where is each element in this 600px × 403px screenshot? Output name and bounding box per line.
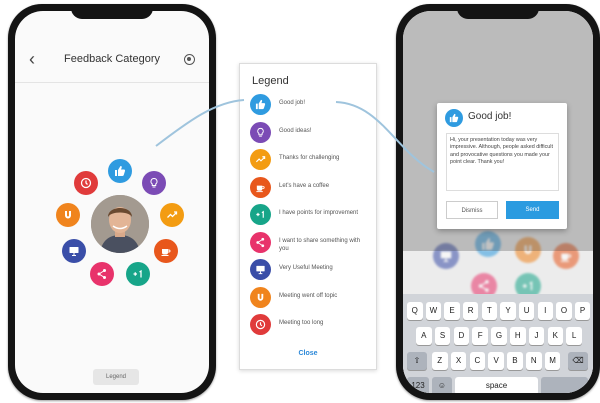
phone-notch <box>457 4 539 19</box>
flow-line-left <box>155 99 245 147</box>
flow-arrows <box>155 99 435 173</box>
flow-line-right <box>335 101 435 173</box>
phone-notch <box>71 4 153 19</box>
stage: ‹ Feedback Category Legend Legend Good j… <box>0 0 600 403</box>
